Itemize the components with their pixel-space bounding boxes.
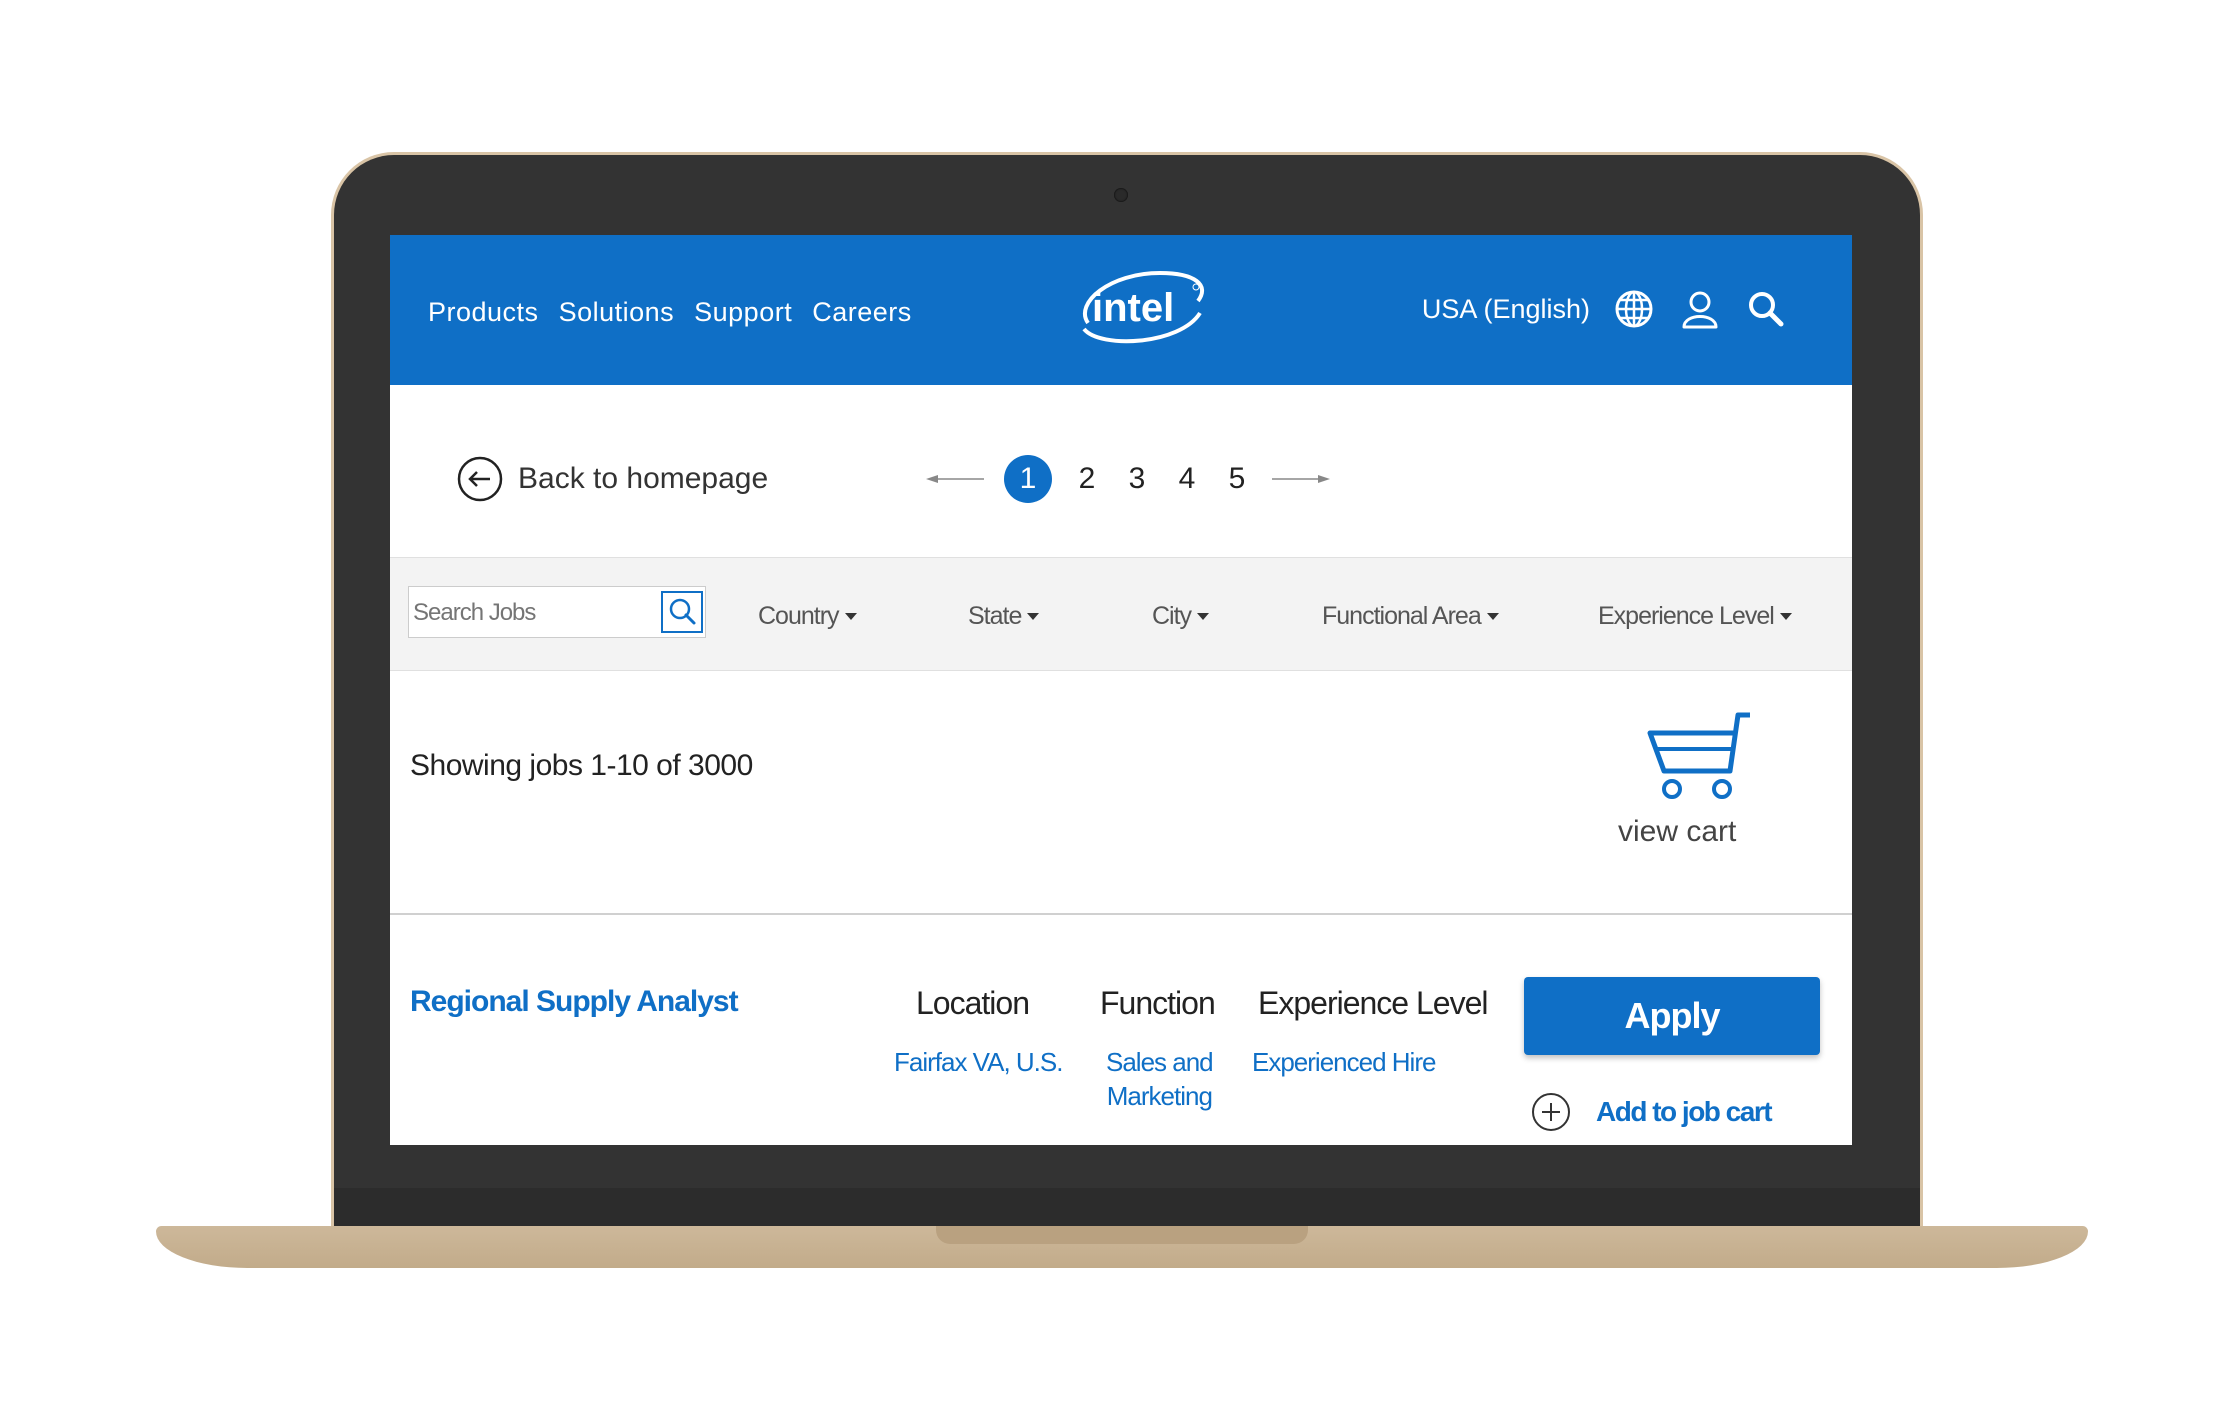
- experience-value[interactable]: Experienced Hire: [1252, 1045, 1436, 1079]
- header-utilities: USA (English): [1422, 287, 1788, 331]
- functional-area-label: Functional Area: [1322, 602, 1482, 630]
- results-count: Showing jobs 1-10 of 3000: [410, 749, 753, 782]
- apply-button[interactable]: Apply: [1524, 977, 1820, 1055]
- search-jobs-button[interactable]: [661, 591, 703, 633]
- pagination: 1 2 3 4 5: [926, 455, 1330, 503]
- nav-products[interactable]: Products: [428, 297, 539, 328]
- results-summary: Showing jobs 1-10 of 3000 view cart: [390, 669, 1852, 915]
- country-dropdown[interactable]: Country: [758, 602, 857, 631]
- intel-logo[interactable]: intel: [1070, 263, 1210, 353]
- page-4[interactable]: 4: [1172, 462, 1202, 496]
- function-heading: Function: [1100, 985, 1216, 1021]
- search-jobs-input[interactable]: [411, 593, 655, 633]
- nav-solutions[interactable]: Solutions: [559, 297, 675, 328]
- functional-area-dropdown[interactable]: Functional Area: [1322, 602, 1499, 631]
- experience-heading: Experience Level: [1258, 985, 1488, 1021]
- page-1[interactable]: 1: [1004, 455, 1052, 503]
- webcam: [1114, 188, 1128, 202]
- function-value[interactable]: Sales and Marketing: [1106, 1045, 1214, 1113]
- city-label: City: [1152, 602, 1192, 630]
- chevron-down-icon: [844, 613, 857, 620]
- chevron-down-icon: [1486, 613, 1499, 620]
- add-circle-icon: [1532, 1093, 1570, 1131]
- state-label: State: [968, 602, 1022, 630]
- site-header: Products Solutions Support Careers intel…: [390, 235, 1852, 385]
- page-5[interactable]: 5: [1222, 462, 1252, 496]
- country-label: Country: [758, 602, 840, 630]
- function-line-1: Sales and: [1106, 1047, 1214, 1077]
- add-to-job-cart-link[interactable]: Add to job cart: [1530, 1091, 1773, 1133]
- brand-wordmark: intel: [1092, 286, 1174, 330]
- location-heading: Location: [916, 985, 1030, 1021]
- globe-icon[interactable]: [1612, 287, 1656, 331]
- search-icon[interactable]: [1744, 287, 1788, 331]
- back-to-homepage-link[interactable]: Back to homepage: [456, 455, 768, 503]
- chevron-down-icon: [1779, 613, 1792, 620]
- prev-page-arrow-icon[interactable]: [926, 473, 984, 485]
- page-2[interactable]: 2: [1072, 462, 1102, 496]
- back-arrow-icon: [457, 456, 503, 502]
- experience-level-label: Experience Level: [1598, 602, 1775, 630]
- nav-careers[interactable]: Careers: [812, 297, 912, 328]
- filter-bar: Country State City Functional Area Exper…: [390, 557, 1852, 671]
- chevron-down-icon: [1197, 613, 1210, 620]
- state-dropdown[interactable]: State: [968, 602, 1040, 631]
- page-toolbar: Back to homepage 1 2 3 4 5: [390, 385, 1852, 557]
- page-3[interactable]: 3: [1122, 462, 1152, 496]
- laptop-notch: [936, 1226, 1308, 1244]
- chevron-down-icon: [1027, 613, 1040, 620]
- laptop-bottom-bezel: [334, 1188, 1920, 1226]
- job-title-link[interactable]: Regional Supply Analyst: [410, 985, 739, 1019]
- user-icon[interactable]: [1678, 287, 1722, 331]
- experience-level-dropdown[interactable]: Experience Level: [1598, 602, 1792, 631]
- back-label: Back to homepage: [518, 462, 769, 495]
- main-nav: Products Solutions Support Careers: [428, 297, 912, 328]
- location-value[interactable]: Fairfax VA, U.S.: [894, 1045, 1063, 1079]
- city-dropdown[interactable]: City: [1152, 602, 1210, 631]
- add-to-job-cart-label: Add to job cart: [1596, 1096, 1773, 1127]
- magnifier-icon: [669, 598, 696, 625]
- function-line-2: Marketing: [1106, 1081, 1213, 1111]
- browser-screen: Products Solutions Support Careers intel…: [390, 235, 1852, 1145]
- search-jobs-box: [408, 586, 706, 638]
- region-selector[interactable]: USA (English): [1422, 294, 1590, 325]
- shopping-cart-icon[interactable]: [1646, 711, 1754, 805]
- next-page-arrow-icon[interactable]: [1272, 473, 1330, 485]
- job-listing: Regional Supply Analyst Location Fairfax…: [390, 915, 1852, 1145]
- view-cart-link[interactable]: view cart: [1618, 815, 1736, 849]
- nav-support[interactable]: Support: [694, 297, 792, 328]
